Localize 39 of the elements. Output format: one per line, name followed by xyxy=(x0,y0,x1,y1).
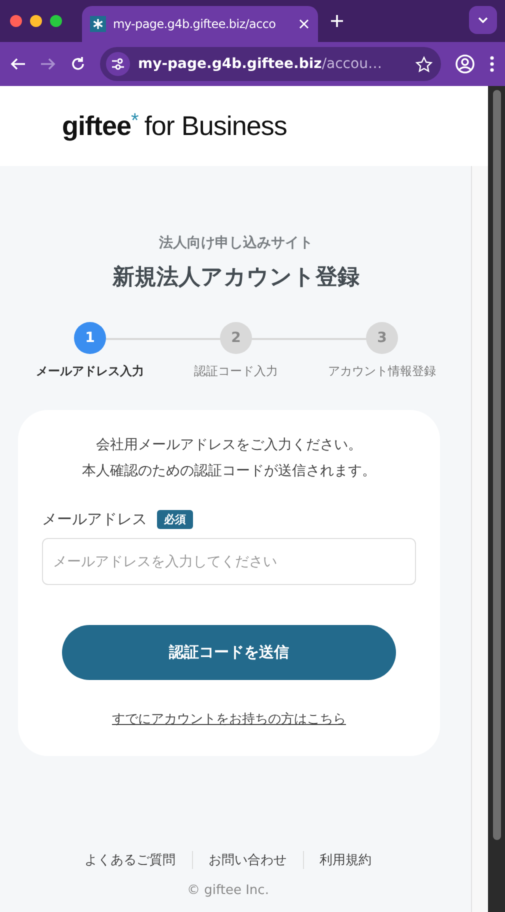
profile-icon[interactable] xyxy=(455,54,475,74)
step-label: アカウント情報登録 xyxy=(328,363,436,380)
footer-link[interactable]: 利用規約 xyxy=(302,851,388,869)
browser-tab[interactable]: my-page.g4b.giftee.biz/acco xyxy=(82,6,318,42)
site-settings-icon[interactable] xyxy=(110,57,126,71)
forward-icon[interactable] xyxy=(40,56,56,72)
bookmark-star-icon[interactable] xyxy=(415,56,433,72)
login-link[interactable]: すでにアカウントをお持ちの方はこちら xyxy=(112,710,346,728)
step-number: 1 xyxy=(74,322,106,354)
new-tab-icon[interactable] xyxy=(330,14,344,28)
close-tab-icon[interactable] xyxy=(298,18,310,30)
step-number: 3 xyxy=(366,322,398,354)
tab-list-button[interactable] xyxy=(469,6,497,34)
instruction-text: 会社用メールアドレスをご入力ください。 xyxy=(96,436,362,454)
scrollbar-thumb[interactable] xyxy=(492,90,500,840)
chevron-down-icon[interactable] xyxy=(478,17,488,23)
logo[interactable]: giftee$^{*}$ for Business xyxy=(62,110,287,142)
site-subtitle: 法人向け申し込みサイト xyxy=(158,234,314,252)
step-number: 2 xyxy=(220,322,252,354)
close-window-icon[interactable] xyxy=(10,15,22,27)
page-title: 新規法人アカウント登録 xyxy=(111,264,360,292)
address-bar[interactable]: my-page.g4b.giftee.biz/accou… xyxy=(100,47,441,81)
menu-icon[interactable] xyxy=(489,55,495,73)
minimize-window-icon[interactable] xyxy=(30,15,42,27)
maximize-window-icon[interactable] xyxy=(50,15,62,27)
field-label: メールアドレス xyxy=(42,510,147,529)
copyright-text: © giftee Inc. xyxy=(187,883,269,898)
reload-icon[interactable] xyxy=(70,56,86,72)
required-badge: 必須 xyxy=(157,510,193,529)
instruction-text: 本人確認のための認証コードが送信されます。 xyxy=(82,462,376,480)
email-field[interactable]: メールアドレスを入力してください xyxy=(42,538,416,585)
back-icon[interactable] xyxy=(10,56,26,72)
step-label: 認証コード入力 xyxy=(194,363,278,380)
footer-link[interactable]: よくあるご質問 xyxy=(68,851,192,869)
url-text: my-page.g4b.giftee.biz/accou… xyxy=(138,56,383,72)
send-code-button[interactable]: 認証コードを送信 xyxy=(62,625,396,680)
step-label: メールアドレス入力 xyxy=(36,363,144,380)
favicon-icon xyxy=(90,16,106,32)
footer-link[interactable]: お問い合わせ xyxy=(192,851,302,869)
